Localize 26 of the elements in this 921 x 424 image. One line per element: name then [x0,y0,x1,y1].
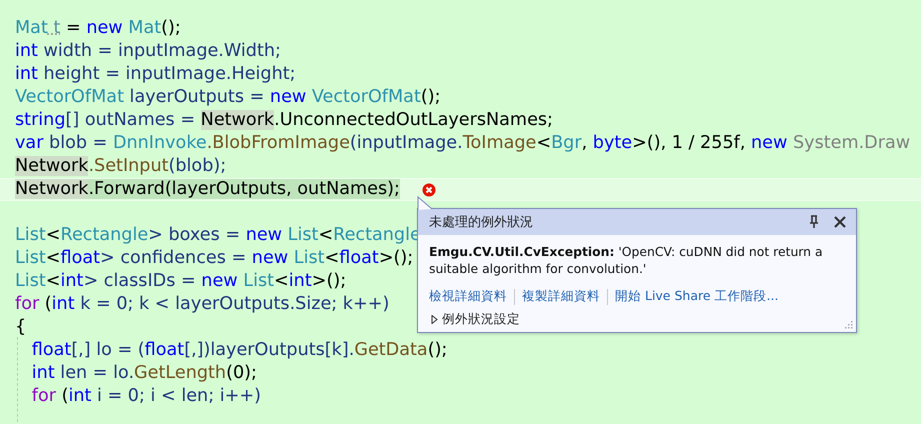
code-line: var blob = DnnInvoke.BlobFromImage(inputImage.ToImage<Bgr, byte>(), 1 / 255f, new System.Draw [15,133,910,154]
resize-grip-icon[interactable] [844,320,853,329]
code-line: int len = lo.GetLength(0); [30,363,257,384]
close-button[interactable] [832,214,848,230]
caret-icon [431,315,438,324]
code-line: List<Rectangle> boxes = new List<Rectangle [15,225,421,246]
popup-title: 未處理的例外狀況 [429,214,534,231]
action-link[interactable]: 檢視詳細資料 [429,288,507,305]
code-line: for (int k = 0; k < layerOutputs.Size; k++) [15,294,390,315]
code-line: string[] outNames = Network.UnconnectedOutLayersNames; [15,110,553,131]
error-icon[interactable] [422,182,436,196]
code-line: int height = inputImage.Height; [15,64,296,85]
code-line: Network.Forward(layerOutputs, outNames); [15,179,400,200]
code-line: { [15,317,26,338]
code-line: int width = inputImage.Width; [15,41,281,62]
code-line: Network.SetInput(blob); [15,156,226,177]
code-line: float[,] lo = (float[,])layerOutputs[k].GetData(); [30,340,448,361]
code-line: VectorOfMat layerOutputs = new VectorOfMat(); [15,87,441,108]
code-line: for (int i = 0; i < len; i++) [30,386,261,407]
action-link[interactable]: 複製詳細資料 [522,288,600,305]
exception-message: Emgu.CV.Util.CvException: 'OpenCV: cuDNN did not return a suitable algorithm for convolution.' [429,243,824,277]
exception-settings-toggle[interactable]: 例外狀況設定 [431,311,520,328]
code-line: List<float> confidences = new List<float>(); [15,248,414,269]
code-line: List<int> classIDs = new List<int>(); [15,271,346,292]
code-line: Mat t = new Mat(); [15,18,181,39]
action-link[interactable]: 開始 Live Share 工作階段... [615,288,778,305]
